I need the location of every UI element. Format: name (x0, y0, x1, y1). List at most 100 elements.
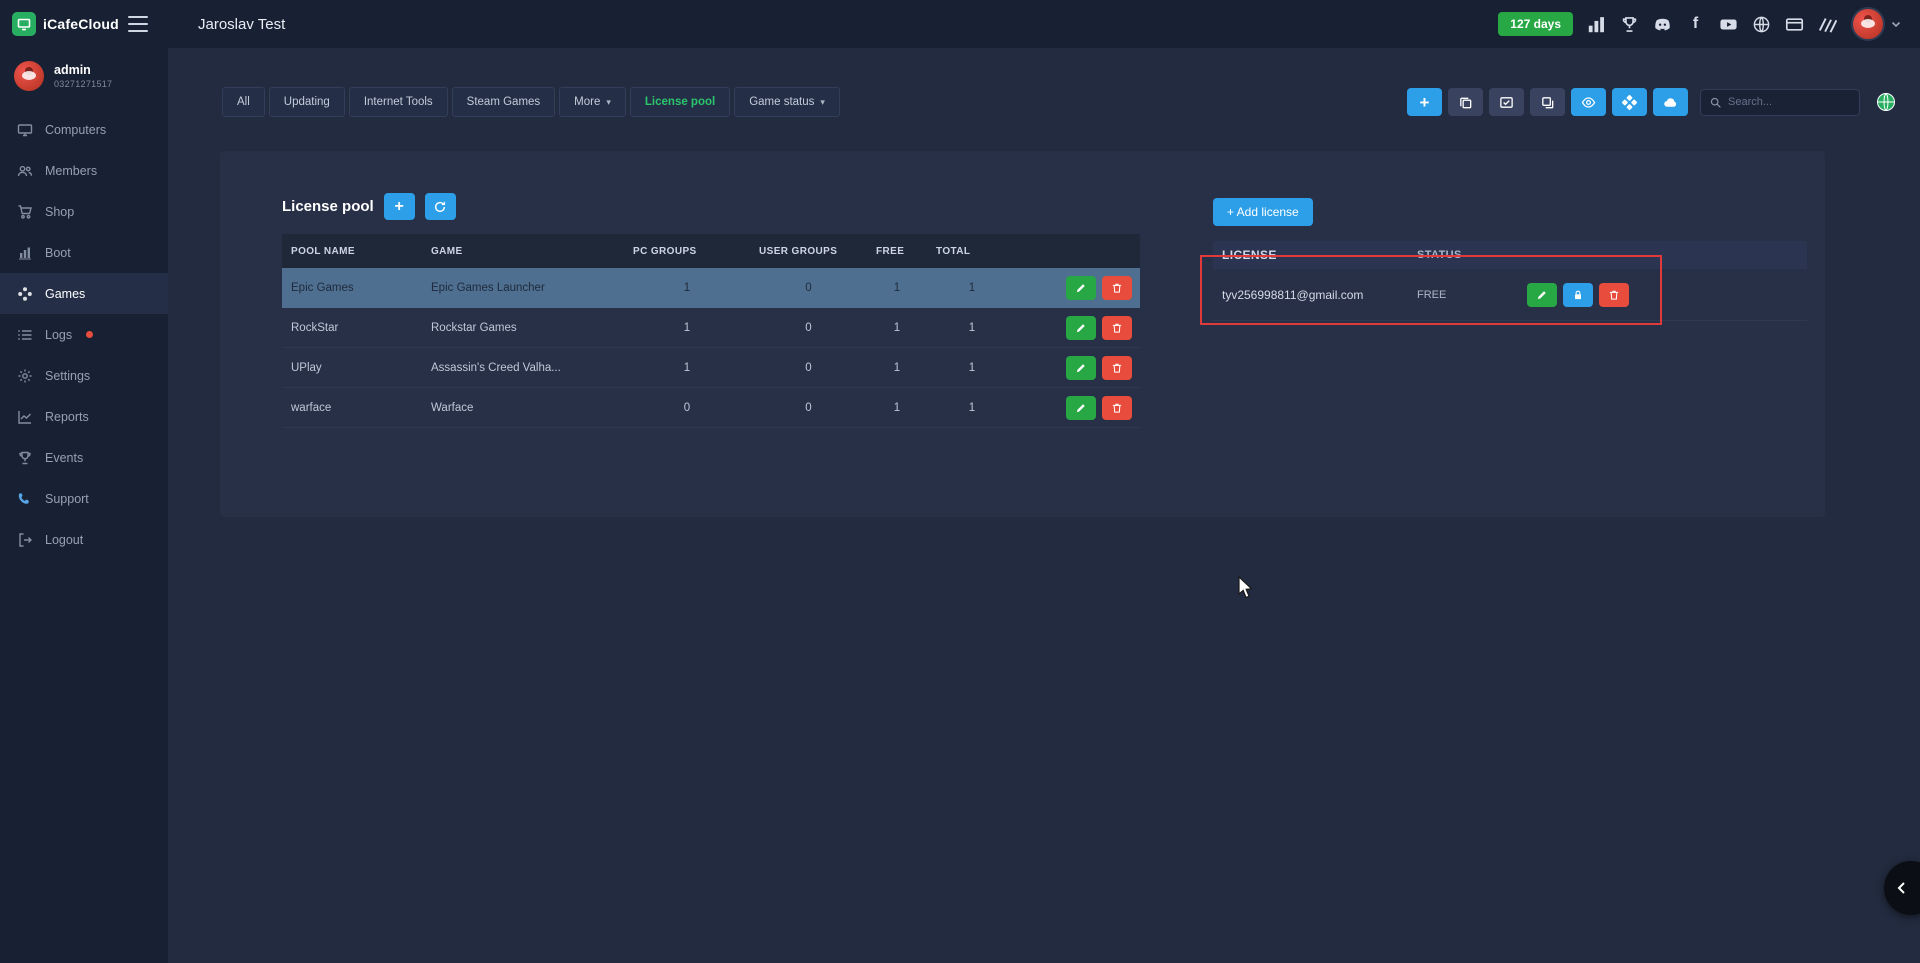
tab-label: All (237, 96, 250, 108)
delete-license-button[interactable] (1599, 283, 1629, 307)
col-free: FREE (867, 246, 927, 257)
stats-icon[interactable] (1587, 15, 1606, 34)
sidebar-item-members[interactable]: Members (0, 150, 168, 191)
pool-section: License pool + POOL NAME GAME PC GROUPS … (282, 193, 1140, 428)
tab-label: Steam Games (467, 96, 541, 108)
sidebar-item-computers[interactable]: Computers (0, 109, 168, 150)
delete-pool-button[interactable] (1102, 316, 1132, 340)
preview-button[interactable] (1571, 88, 1606, 116)
tab-steam-games[interactable]: Steam Games (452, 87, 556, 117)
tab-license-pool[interactable]: License pool (630, 87, 730, 117)
licenses-table-header: LICENSE STATUS (1213, 241, 1807, 269)
user-id: 03271271517 (54, 79, 112, 89)
license-days-badge[interactable]: 127 days (1498, 12, 1573, 36)
discord-icon[interactable] (1653, 15, 1672, 34)
table-row[interactable]: warface Warface 0 0 1 1 (282, 388, 1140, 428)
delete-pool-button[interactable] (1102, 356, 1132, 380)
delete-pool-button[interactable] (1102, 396, 1132, 420)
tab-label: More (574, 96, 600, 108)
sidebar-item-label: Computers (45, 123, 106, 137)
billing-icon[interactable] (1785, 15, 1804, 34)
tiles-view-button[interactable] (1612, 88, 1647, 116)
sidebar-item-label: Support (45, 492, 89, 506)
youtube-icon[interactable] (1719, 15, 1738, 34)
col-pc-groups: PC GROUPS (624, 246, 750, 257)
pc-groups-cell: 1 (624, 362, 750, 374)
licenses-table: LICENSE STATUS tyv256998811@gmail.com FR… (1213, 241, 1807, 321)
pencil-icon (1075, 322, 1087, 334)
sidebar-item-shop[interactable]: Shop (0, 191, 168, 232)
edit-pool-button[interactable] (1066, 316, 1096, 340)
tab-label: License pool (645, 96, 715, 108)
lock-license-button[interactable] (1563, 283, 1593, 307)
tab-label: Internet Tools (364, 96, 433, 108)
sidebar-item-label: Logout (45, 533, 83, 547)
col-pool-name: POOL NAME (282, 246, 422, 257)
game-cell: Epic Games Launcher (422, 282, 624, 294)
trophy-icon[interactable] (1620, 15, 1639, 34)
batch-check-button[interactable] (1489, 88, 1524, 116)
edit-license-button[interactable] (1527, 283, 1557, 307)
avatar[interactable] (1851, 7, 1885, 41)
sidebar-item-settings[interactable]: Settings (0, 355, 168, 396)
user-groups-cell: 0 (750, 362, 867, 374)
sidebar-item-logs[interactable]: Logs (0, 314, 168, 355)
sidebar-item-logout[interactable]: Logout (0, 519, 168, 560)
tab-internet-tools[interactable]: Internet Tools (349, 87, 448, 117)
copy-icon (1458, 95, 1473, 110)
table-row[interactable]: Epic Games Epic Games Launcher 1 0 1 1 (282, 268, 1140, 308)
toolbar: + (1407, 88, 1896, 116)
tab-all[interactable]: All (222, 87, 265, 117)
pool-name-cell: Epic Games (282, 282, 422, 294)
plus-icon: + (395, 199, 404, 215)
add-pool-button[interactable]: + (384, 193, 415, 220)
license-row[interactable]: tyv256998811@gmail.com FREE (1213, 269, 1807, 321)
sidebar-item-label: Shop (45, 205, 74, 219)
tab-game-status[interactable]: Game status▾ (734, 87, 840, 117)
layers-icon[interactable] (1818, 15, 1837, 34)
pencil-icon (1075, 282, 1087, 294)
app-logo-icon (12, 12, 36, 36)
cloud-sync-button[interactable] (1653, 88, 1688, 116)
sidebar-item-label: Members (45, 164, 97, 178)
tab-more[interactable]: More▾ (559, 87, 626, 117)
hamburger-menu-icon[interactable] (128, 16, 148, 32)
duplicate-button[interactable] (1530, 88, 1565, 116)
copy-games-button[interactable] (1448, 88, 1483, 116)
region-globe-icon[interactable] (1876, 92, 1896, 112)
col-game: GAME (422, 246, 624, 257)
user-groups-cell: 0 (750, 282, 867, 294)
sidebar-user-card[interactable]: admin 03271271517 (0, 48, 168, 103)
edit-pool-button[interactable] (1066, 396, 1096, 420)
trash-icon (1111, 402, 1123, 414)
sidebar-item-boot[interactable]: Boot (0, 232, 168, 273)
globe-icon[interactable] (1752, 15, 1771, 34)
sidebar-item-support[interactable]: Support (0, 478, 168, 519)
sidebar-item-events[interactable]: Events (0, 437, 168, 478)
trash-icon (1111, 322, 1123, 334)
sidebar-item-reports[interactable]: Reports (0, 396, 168, 437)
tab-updating[interactable]: Updating (269, 87, 345, 117)
brand[interactable]: iCafeCloud (0, 12, 168, 36)
pencil-icon (1075, 402, 1087, 414)
sidebar-item-games[interactable]: Games (0, 273, 168, 314)
delete-pool-button[interactable] (1102, 276, 1132, 300)
add-game-button[interactable]: + (1407, 88, 1442, 116)
facebook-icon[interactable]: f (1686, 15, 1705, 34)
edit-pool-button[interactable] (1066, 356, 1096, 380)
main-content: All Updating Internet Tools Steam Games … (168, 48, 1920, 963)
search-input[interactable] (1728, 96, 1851, 108)
add-license-button[interactable]: + Add license (1213, 198, 1313, 226)
sidebar-item-label: Games (45, 287, 85, 301)
sidebar-item-label: Boot (45, 246, 71, 260)
user-name: admin (54, 63, 112, 77)
total-cell: 1 (927, 362, 1017, 374)
refresh-button[interactable] (425, 193, 456, 220)
table-row[interactable]: UPlay Assassin's Creed Valha... 1 0 1 1 (282, 348, 1140, 388)
game-icon (17, 286, 33, 302)
facebook-letter: f (1693, 15, 1698, 33)
table-row[interactable]: RockStar Rockstar Games 1 0 1 1 (282, 308, 1140, 348)
user-menu[interactable] (1851, 7, 1902, 41)
topbar-right: 127 days f (1498, 7, 1920, 41)
edit-pool-button[interactable] (1066, 276, 1096, 300)
